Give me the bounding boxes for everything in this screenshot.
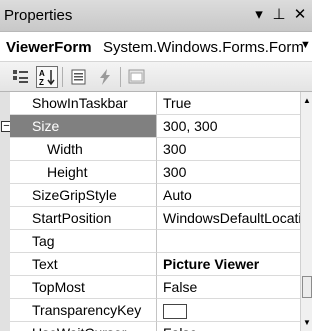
alphabetical-button[interactable]: A Z <box>36 66 58 88</box>
property-value[interactable]: Picture Viewer <box>157 253 300 276</box>
dropdown-menu-button[interactable]: ▾ <box>250 5 268 25</box>
properties-button[interactable] <box>68 66 90 88</box>
property-value[interactable]: 300 <box>157 138 300 161</box>
toolbar-separator <box>120 67 121 87</box>
object-type: System.Windows.Forms.Form <box>103 39 304 56</box>
property-name: ShowInTaskbar <box>10 92 157 115</box>
scroll-down-icon[interactable]: ▼ <box>301 318 312 327</box>
property-name: Size <box>10 115 157 138</box>
property-row-text[interactable]: Text Picture Viewer <box>0 253 300 276</box>
object-name: ViewerForm <box>6 39 92 56</box>
object-selector[interactable]: ViewerForm System.Windows.Forms.Form ▼ <box>0 32 312 62</box>
property-name: TopMost <box>10 276 157 299</box>
window-title: Properties <box>4 7 73 24</box>
property-name: Text <box>10 253 157 276</box>
property-name: UseWaitCursor <box>10 322 157 331</box>
property-name: Tag <box>10 230 157 253</box>
property-name: TransparencyKey <box>10 299 157 322</box>
property-row-height[interactable]: Height 300 <box>0 161 300 184</box>
property-row-width[interactable]: Width 300 <box>0 138 300 161</box>
alphabetical-icon: A Z <box>39 69 55 87</box>
property-name: StartPosition <box>10 207 157 230</box>
events-button[interactable] <box>94 66 116 88</box>
property-row-startposition[interactable]: StartPosition WindowsDefaultLocation <box>0 207 300 230</box>
property-row-sizegripstyle[interactable]: SizeGripStyle Auto <box>0 184 300 207</box>
property-value[interactable] <box>157 230 300 253</box>
property-name: Width <box>10 138 157 161</box>
properties-toolbar: A Z <box>0 62 312 92</box>
lightning-icon <box>100 69 110 85</box>
property-name: SizeGripStyle <box>10 184 157 207</box>
svg-text:A: A <box>39 69 45 78</box>
property-value[interactable]: 300 <box>157 161 300 184</box>
property-value[interactable]: True <box>157 92 300 115</box>
scroll-up-icon[interactable]: ▲ <box>301 96 312 105</box>
properties-title-bar: Properties ▾ ⊥ ✕ <box>0 0 312 32</box>
property-row-usewaitcursor[interactable]: UseWaitCursor False <box>0 322 300 331</box>
property-row-transparencykey[interactable]: TransparencyKey <box>0 299 300 322</box>
color-swatch <box>163 303 187 319</box>
vertical-scrollbar[interactable]: ▲ ▼ <box>300 92 312 331</box>
property-value[interactable]: False <box>157 322 300 331</box>
pin-icon[interactable]: ⊥ <box>270 5 288 25</box>
toolbar-separator <box>62 67 63 87</box>
property-value[interactable]: WindowsDefaultLocation <box>157 207 300 230</box>
svg-text:Z: Z <box>39 78 44 87</box>
property-row-tag[interactable]: Tag <box>0 230 300 253</box>
property-name: Height <box>10 161 157 184</box>
categorized-icon <box>13 70 28 83</box>
categorized-button[interactable] <box>10 66 32 88</box>
property-row-size[interactable]: − Size 300, 300 <box>0 115 300 138</box>
property-pages-button[interactable] <box>126 66 148 88</box>
property-value[interactable]: False <box>157 276 300 299</box>
property-value[interactable] <box>157 299 300 322</box>
property-grid: ShowInTaskbar True − Size 300, 300 Width… <box>0 92 312 331</box>
close-icon[interactable]: ✕ <box>291 5 309 25</box>
properties-icon <box>71 69 86 85</box>
property-value[interactable]: Auto <box>157 184 300 207</box>
property-row-topmost[interactable]: TopMost False <box>0 276 300 299</box>
property-row-showintaskbar[interactable]: ShowInTaskbar True <box>0 92 300 115</box>
property-value[interactable]: 300, 300 <box>157 115 300 138</box>
scroll-thumb[interactable] <box>302 276 312 298</box>
chevron-down-icon[interactable]: ▼ <box>300 39 311 51</box>
property-pages-icon <box>128 69 145 84</box>
